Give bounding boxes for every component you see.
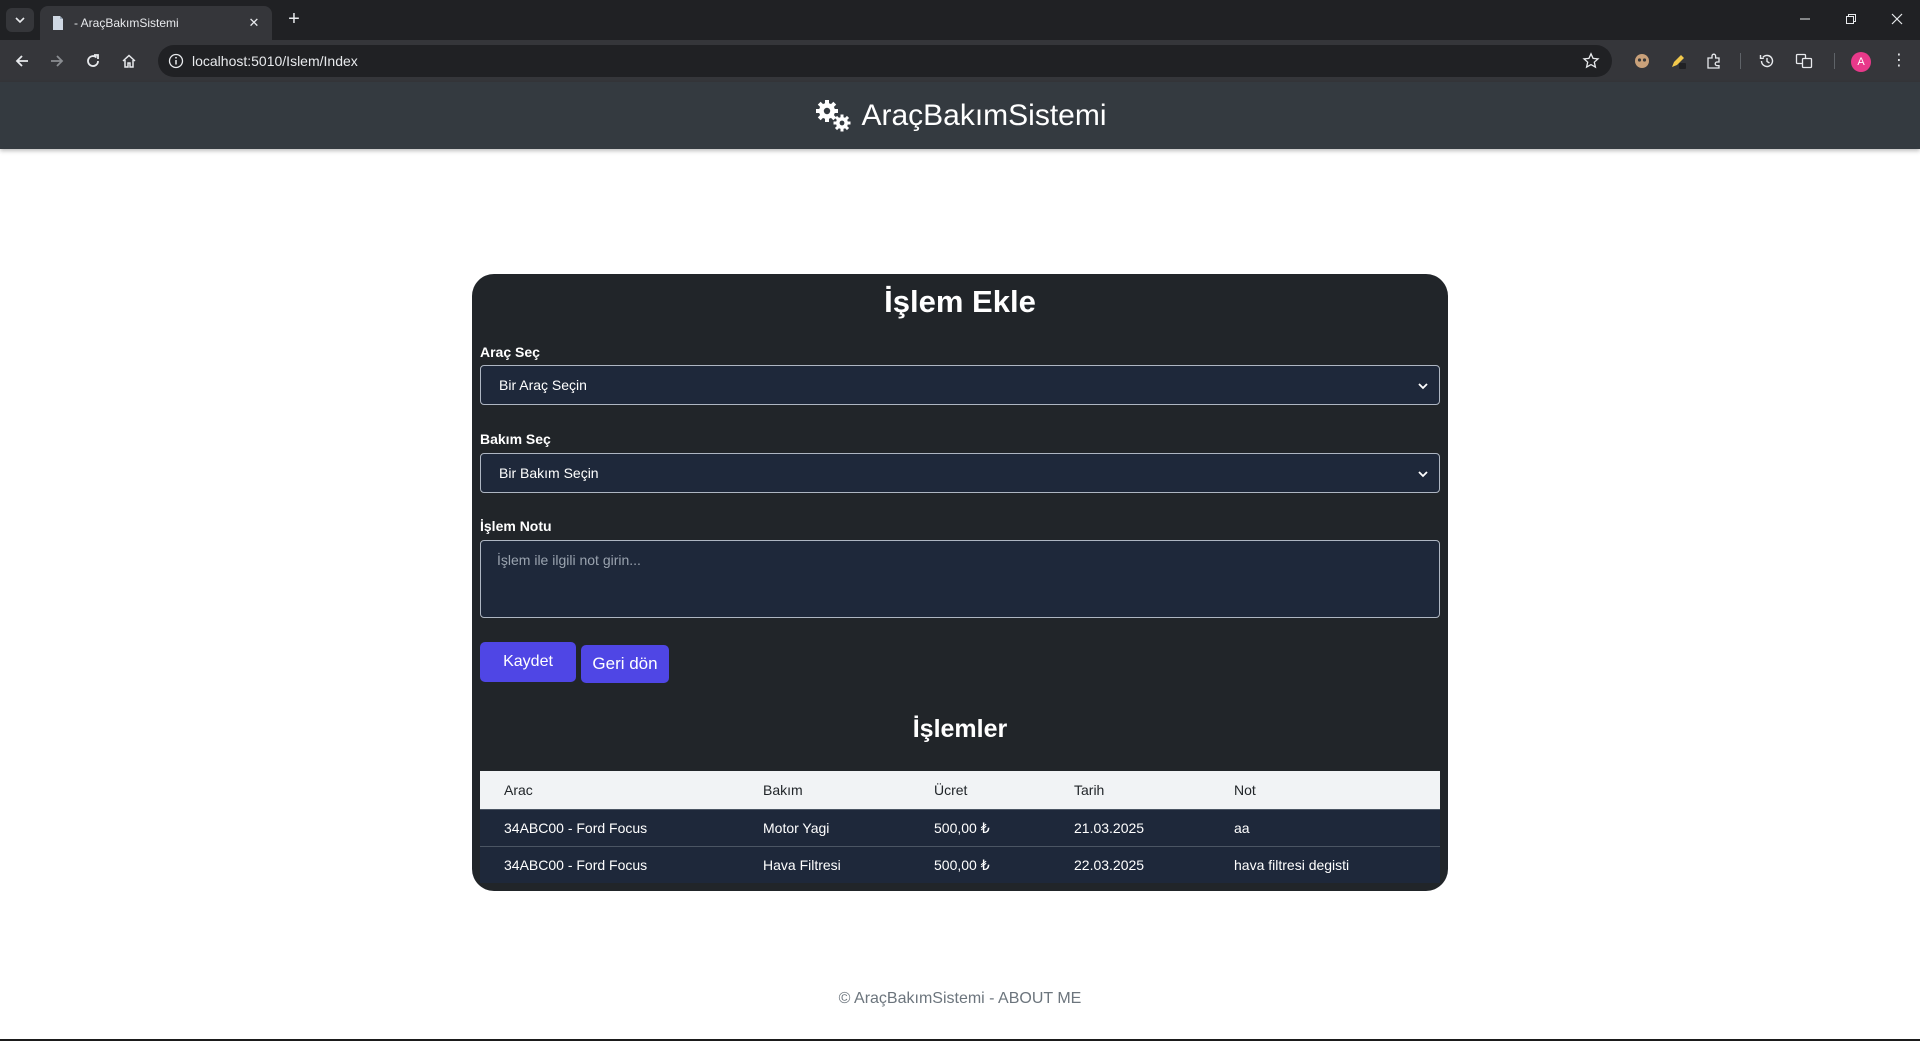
- browser-tab[interactable]: - AraçBakımSistemi ✕: [40, 6, 272, 40]
- islem-card: İşlem Ekle Araç Seç Bir Araç Seçin Bakım…: [472, 274, 1448, 891]
- chevron-down-icon: [1418, 471, 1428, 478]
- arac-select[interactable]: Bir Araç Seçin: [480, 365, 1440, 405]
- cell-arac: 34ABC00 - Ford Focus: [504, 820, 648, 836]
- browser-tab-bar: - AraçBakımSistemi ✕ +: [0, 0, 1920, 40]
- back-button[interactable]: [10, 49, 34, 73]
- browser-menu-icon[interactable]: ⋮: [1890, 50, 1908, 72]
- translate-icon: [1795, 53, 1813, 69]
- extension-pencil-icon: [1672, 55, 1686, 69]
- translate-button[interactable]: [1794, 51, 1814, 71]
- close-window-button[interactable]: [1882, 8, 1912, 32]
- close-tab-icon[interactable]: ✕: [246, 15, 262, 31]
- brand-link[interactable]: AraçBakımSistemi: [813, 98, 1107, 133]
- tab-search-button[interactable]: [6, 8, 34, 32]
- list-title: İşlemler: [912, 715, 1008, 743]
- tab-title: - AraçBakımSistemi: [74, 16, 179, 30]
- close-icon: [1891, 13, 1903, 25]
- chevron-down-icon: [15, 17, 25, 24]
- arac-label: Araç Seç: [480, 344, 540, 360]
- arac-select-value: Bir Araç Seçin: [499, 377, 587, 393]
- minimize-icon: [1800, 18, 1810, 20]
- arrow-right-icon: [51, 55, 64, 67]
- profile-avatar[interactable]: A: [1851, 52, 1871, 72]
- cell-ucret: 500,00 ₺: [934, 819, 990, 836]
- extension-icon-2[interactable]: [1668, 51, 1688, 71]
- cell-tarih: 22.03.2025: [1074, 857, 1145, 873]
- history-button[interactable]: [1757, 51, 1777, 71]
- extension-face-icon: [1635, 54, 1649, 68]
- history-icon: [1759, 54, 1774, 68]
- address-bar[interactable]: localhost:5010/Islem/Index: [158, 45, 1612, 77]
- cell-bakim: Motor Yagi: [763, 820, 830, 836]
- puzzle-icon: [1707, 53, 1720, 69]
- form-title: İşlem Ekle: [884, 284, 1036, 319]
- bookmark-star-icon[interactable]: [1582, 52, 1600, 70]
- app-navbar: AraçBakımSistemi: [0, 82, 1920, 149]
- restore-button[interactable]: [1836, 8, 1866, 32]
- toolbar-divider: [1834, 53, 1835, 69]
- extensions-button[interactable]: [1704, 51, 1724, 71]
- url-text: localhost:5010/Islem/Index: [192, 53, 358, 69]
- bakim-select-value: Bir Bakım Seçin: [499, 465, 599, 481]
- not-textarea[interactable]: İşlem ile ilgili not girin...: [480, 540, 1440, 618]
- save-button[interactable]: Kaydet: [480, 642, 576, 682]
- cell-tarih: 21.03.2025: [1074, 820, 1145, 836]
- reload-button[interactable]: [81, 49, 105, 73]
- restore-icon: [1846, 14, 1856, 24]
- table-row: 34ABC00 - Ford Focus Motor Yagi 500,00 ₺…: [480, 809, 1440, 846]
- browser-toolbar: localhost:5010/Islem/Index A ⋮: [0, 40, 1920, 82]
- bakim-label: Bakım Seç: [480, 431, 551, 447]
- home-icon: [122, 54, 136, 68]
- cell-not: hava filtresi degisti: [1234, 857, 1350, 873]
- page-icon: [53, 16, 63, 30]
- reload-icon: [87, 54, 99, 67]
- gears-icon: [816, 99, 851, 131]
- column-header-bakim: Bakım: [763, 782, 803, 798]
- back-button-page[interactable]: Geri dön: [581, 645, 669, 683]
- extension-icon-1[interactable]: [1632, 51, 1652, 71]
- column-header-not: Not: [1234, 782, 1256, 798]
- table-row: 34ABC00 - Ford Focus Hava Filtresi 500,0…: [480, 846, 1440, 883]
- arrow-left-icon: [15, 55, 28, 67]
- islemler-table: Arac Bakım Ücret Tarih Not 34ABC00 - For…: [480, 771, 1440, 883]
- cell-bakim: Hava Filtresi: [763, 857, 841, 873]
- column-header-ucret: Ücret: [934, 782, 968, 798]
- table-header: Arac Bakım Ücret Tarih Not: [480, 771, 1440, 809]
- bakim-select[interactable]: Bir Bakım Seçin: [480, 453, 1440, 493]
- new-tab-button[interactable]: +: [282, 8, 306, 32]
- home-button[interactable]: [117, 49, 141, 73]
- toolbar-divider: [1740, 53, 1741, 69]
- cell-not: aa: [1234, 820, 1250, 836]
- chevron-down-icon: [1418, 383, 1428, 390]
- brand-title: AraçBakımSistemi: [861, 98, 1107, 132]
- minimize-button[interactable]: [1790, 8, 1820, 32]
- cell-arac: 34ABC00 - Ford Focus: [504, 857, 648, 873]
- forward-button[interactable]: [45, 49, 69, 73]
- page-footer: © AraçBakımSistemi - ABOUT ME: [838, 990, 1082, 1007]
- cell-ucret: 500,00 ₺: [934, 856, 990, 873]
- not-label: İşlem Notu: [480, 518, 552, 534]
- column-header-tarih: Tarih: [1074, 782, 1105, 798]
- column-header-arac: Arac: [504, 782, 533, 798]
- site-info-icon[interactable]: [168, 53, 184, 69]
- not-placeholder: İşlem ile ilgili not girin...: [497, 552, 641, 568]
